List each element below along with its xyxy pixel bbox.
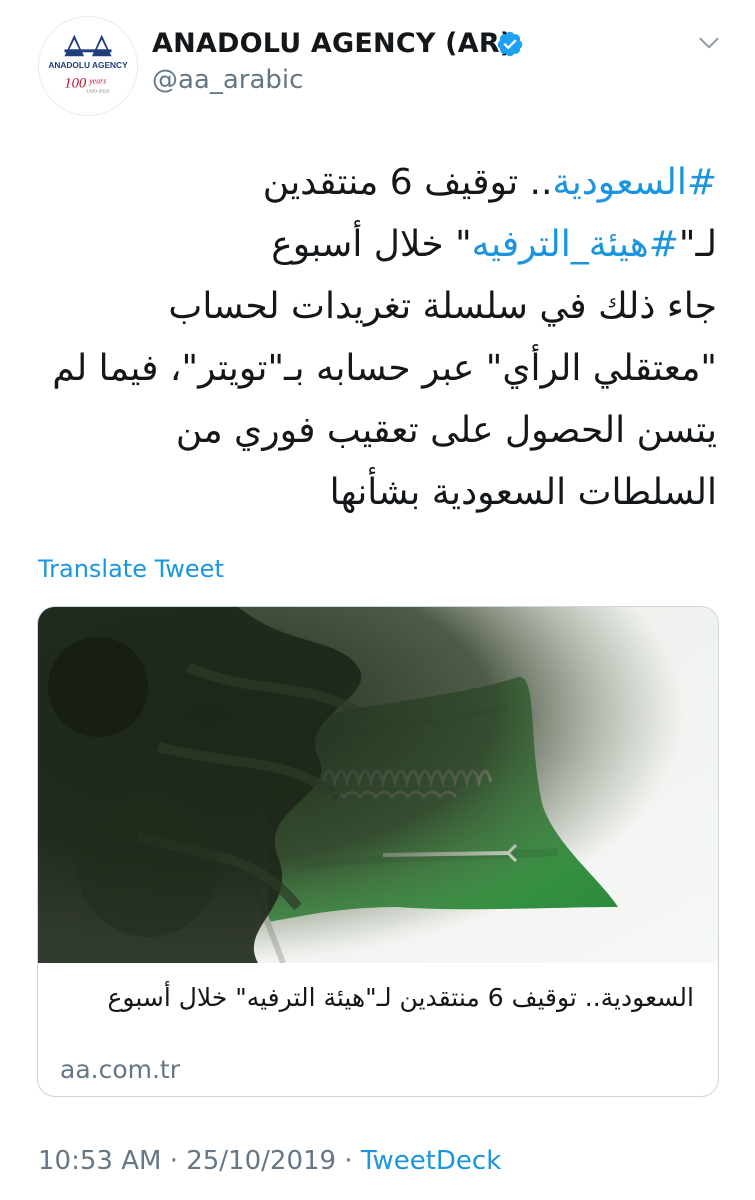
- chevron-down-icon[interactable]: [696, 30, 722, 56]
- avatar[interactable]: ANADOLU AGENCY 100 years 1920-2020: [38, 16, 138, 116]
- handle[interactable]: @aa_arabic: [152, 65, 303, 95]
- avatar-years-range: 1920-2020: [86, 88, 110, 94]
- anadolu-logo: ANADOLU AGENCY 100 years 1920-2020: [39, 17, 137, 115]
- tweet-date[interactable]: 25/10/2019: [186, 1146, 336, 1176]
- tweet-line-2-text: " خلال أسبوع: [271, 224, 472, 265]
- tweet-metadata: 10:53 AM · 25/10/2019 · TweetDeck: [38, 1146, 501, 1176]
- meta-separator-1: ·: [169, 1146, 178, 1176]
- card-domain: aa.com.tr: [60, 1055, 181, 1084]
- tweet-text: #السعودية.. توقيف 6 منتقدين لـ"#هيئة_الت…: [27, 152, 717, 524]
- tweet-line-2-prefix: لـ": [678, 224, 717, 265]
- tweet-line-6: السلطات السعودية بشأنها: [329, 472, 717, 513]
- tweet-header: ANADOLU AGENCY 100 years 1920-2020 ANADO…: [0, 0, 755, 130]
- hashtag-saudi-link[interactable]: #السعودية: [552, 162, 717, 203]
- tweet-line-1: #السعودية.. توقيف 6 منتقدين: [27, 152, 717, 214]
- tweet-line-3: جاء ذلك في سلسلة تغريدات لحساب: [168, 286, 717, 327]
- hashtag-entertainment-link[interactable]: #هيئة_الترفيه: [472, 224, 679, 265]
- card-title: السعودية.. توقيف 6 منتقدين لـ"هيئة الترف…: [107, 983, 694, 1012]
- translate-tweet-link[interactable]: Translate Tweet: [38, 555, 224, 583]
- saudi-flag-photo: [38, 607, 718, 963]
- card-image: [38, 607, 718, 963]
- avatar-agency-text: ANADOLU AGENCY: [48, 60, 128, 70]
- tweet-line-1-text: .. توقيف 6 منتقدين: [262, 162, 553, 203]
- tweet-time[interactable]: 10:53 AM: [38, 1146, 161, 1176]
- tweet-source-link[interactable]: TweetDeck: [361, 1146, 501, 1176]
- avatar-years-number: 100: [64, 76, 87, 92]
- tweet-line-4: "معتقلي الرأي" عبر حسابه بـ"تويتر"، فيما…: [52, 348, 717, 389]
- verified-badge-icon: [497, 31, 523, 57]
- tweet-line-2: لـ"#هيئة_الترفيه" خلال أسبوع: [27, 214, 717, 276]
- meta-separator-2: ·: [344, 1146, 353, 1176]
- display-name[interactable]: ANADOLU AGENCY (AR): [152, 28, 512, 59]
- avatar-years-label: years: [88, 77, 106, 86]
- tweet-line-5: يتسن الحصول على تعقيب فوري من: [175, 410, 717, 451]
- link-preview-card[interactable]: السعودية.. توقيف 6 منتقدين لـ"هيئة الترف…: [37, 606, 719, 1097]
